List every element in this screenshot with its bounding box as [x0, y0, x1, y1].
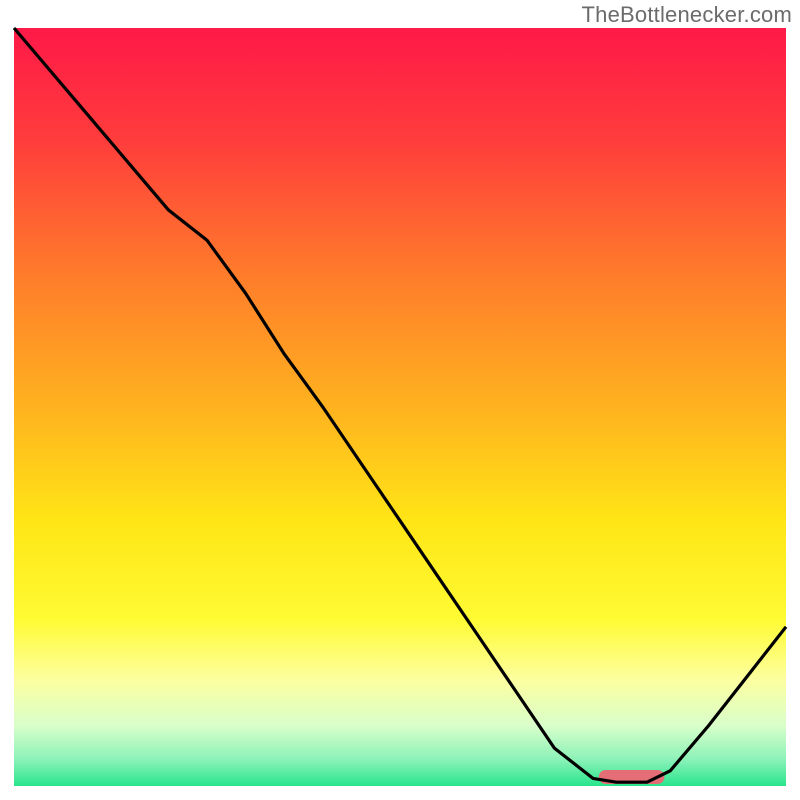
gradient-background — [14, 28, 786, 786]
watermark-text: TheBottlenecker.com — [582, 2, 792, 28]
chart-svg — [0, 0, 800, 800]
bottleneck-chart: TheBottlenecker.com — [0, 0, 800, 800]
